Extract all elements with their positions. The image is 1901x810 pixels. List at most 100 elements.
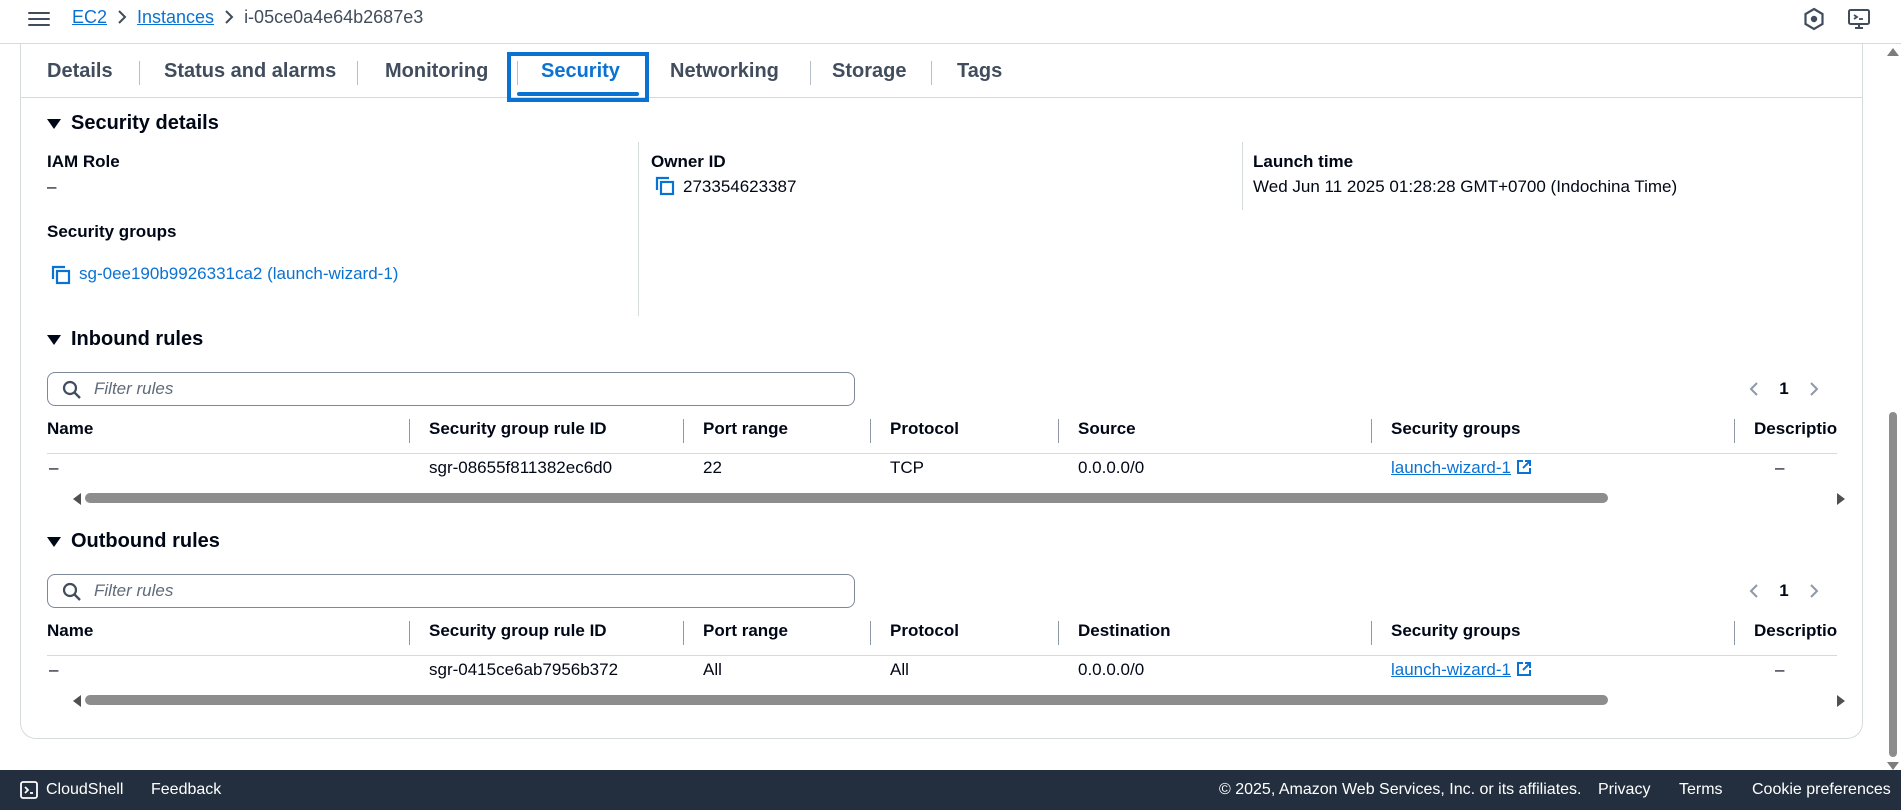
privacy-link[interactable]: Privacy xyxy=(1598,781,1650,799)
external-link-icon xyxy=(1517,460,1531,474)
owner-id-value: 273354623387 xyxy=(683,177,797,196)
column-resizer[interactable] xyxy=(1058,621,1059,645)
feedback-link[interactable]: Feedback xyxy=(151,781,221,799)
column-resizer[interactable] xyxy=(683,419,684,443)
page-vertical-scrollbar[interactable] xyxy=(1883,44,1901,770)
tab-status-and-alarms[interactable]: Status and alarms xyxy=(164,44,336,98)
column-resizer[interactable] xyxy=(409,419,410,443)
chevron-right-icon[interactable] xyxy=(1801,578,1827,604)
scroll-thumb[interactable] xyxy=(85,493,1608,503)
column-header-security-groups[interactable]: Security groups xyxy=(1391,419,1520,439)
column-resizer[interactable] xyxy=(683,621,684,645)
copyright-text: © 2025, Amazon Web Services, Inc. or its… xyxy=(1219,781,1582,798)
tab-security[interactable]: Security xyxy=(541,44,620,98)
security-groups-label: Security groups xyxy=(47,222,177,241)
column-header-name[interactable]: Name xyxy=(47,621,93,641)
tab-divider xyxy=(810,61,811,85)
column-header-security-groups[interactable]: Security groups xyxy=(1391,621,1520,641)
tab-tags[interactable]: Tags xyxy=(957,44,1002,98)
outbound-page-number[interactable]: 1 xyxy=(1767,581,1801,601)
external-link-icon xyxy=(1517,662,1531,676)
scroll-right-arrow[interactable] xyxy=(1837,493,1845,505)
inbound-security-group-link[interactable]: launch-wizard-1 xyxy=(1391,458,1511,477)
tab-storage[interactable]: Storage xyxy=(832,44,906,98)
column-resizer[interactable] xyxy=(1371,419,1372,443)
terms-link[interactable]: Terms xyxy=(1679,781,1723,799)
column-header-description[interactable]: Descriptio xyxy=(1754,621,1837,641)
column-divider xyxy=(1242,142,1243,210)
security-group-link[interactable]: sg-0ee190b9926331ca2 (launch-wizard-1) xyxy=(79,264,398,284)
security-details-header[interactable]: Security details xyxy=(47,112,219,135)
column-header-rule-id[interactable]: Security group rule ID xyxy=(429,419,607,439)
tab-divider xyxy=(139,61,140,85)
outbound-filter-field[interactable] xyxy=(47,574,855,608)
scroll-up-arrow[interactable] xyxy=(1887,48,1899,56)
column-resizer[interactable] xyxy=(1734,621,1735,645)
column-header-protocol[interactable]: Protocol xyxy=(890,621,959,641)
scroll-thumb[interactable] xyxy=(1889,412,1897,757)
active-tab-indicator xyxy=(517,92,639,96)
inbound-page-number[interactable]: 1 xyxy=(1767,379,1801,399)
column-resizer[interactable] xyxy=(870,621,871,645)
column-resizer[interactable] xyxy=(870,419,871,443)
outbound-filter-input[interactable] xyxy=(94,578,834,604)
hexagon-icon[interactable] xyxy=(1801,6,1827,32)
inbound-rules-table: Name Security group rule ID Port range P… xyxy=(47,414,1837,494)
column-header-protocol[interactable]: Protocol xyxy=(890,419,959,439)
column-header-description[interactable]: Descriptio xyxy=(1754,419,1837,439)
column-resizer[interactable] xyxy=(1058,419,1059,443)
outbound-horizontal-scrollbar[interactable] xyxy=(47,693,1847,707)
outbound-rules-table: Name Security group rule ID Port range P… xyxy=(47,616,1837,696)
iam-role-value: – xyxy=(47,177,57,196)
tab-monitoring[interactable]: Monitoring xyxy=(385,44,488,98)
inbound-cell-rule-id: sgr-08655f811382ec6d0 xyxy=(429,458,613,477)
tab-details[interactable]: Details xyxy=(47,44,113,98)
column-resizer[interactable] xyxy=(1371,621,1372,645)
breadcrumb-ec2[interactable]: EC2 xyxy=(72,7,107,28)
hamburger-icon[interactable] xyxy=(28,8,50,28)
outbound-cell-protocol: All xyxy=(890,660,909,679)
scroll-left-arrow[interactable] xyxy=(73,493,81,505)
tab-divider xyxy=(357,61,358,85)
breadcrumb-current-instance: i-05ce0a4e64b2687e3 xyxy=(244,6,424,27)
column-header-name[interactable]: Name xyxy=(47,419,93,439)
chevron-left-icon[interactable] xyxy=(1741,376,1767,402)
outbound-rules-header[interactable]: Outbound rules xyxy=(47,530,220,553)
outbound-cell-security-group: launch-wizard-1 xyxy=(1391,660,1533,680)
outbound-pagination: 1 xyxy=(1741,578,1827,604)
caret-down-icon xyxy=(47,334,61,345)
inbound-filter-input[interactable] xyxy=(94,376,834,402)
cloudshell-link[interactable]: CloudShell xyxy=(46,781,123,799)
scroll-down-arrow[interactable] xyxy=(1887,762,1899,770)
column-header-port-range[interactable]: Port range xyxy=(703,419,788,439)
outbound-security-group-link[interactable]: launch-wizard-1 xyxy=(1391,660,1511,679)
inbound-horizontal-scrollbar[interactable] xyxy=(47,491,1847,505)
column-resizer[interactable] xyxy=(1734,419,1735,443)
copy-icon[interactable] xyxy=(654,175,676,197)
scroll-right-arrow[interactable] xyxy=(1837,695,1845,707)
column-resizer[interactable] xyxy=(409,621,410,645)
outbound-cell-port-range: All xyxy=(703,660,722,679)
column-header-port-range[interactable]: Port range xyxy=(703,621,788,641)
breadcrumb-instances[interactable]: Instances xyxy=(137,7,214,28)
column-header-rule-id[interactable]: Security group rule ID xyxy=(429,621,607,641)
column-header-source[interactable]: Source xyxy=(1078,419,1136,439)
scroll-thumb[interactable] xyxy=(85,695,1608,705)
tab-networking[interactable]: Networking xyxy=(670,44,779,98)
inbound-filter-field[interactable] xyxy=(47,372,855,406)
terminal-icon[interactable] xyxy=(20,781,38,799)
owner-id-label: Owner ID xyxy=(651,152,726,171)
column-header-destination[interactable]: Destination xyxy=(1078,621,1171,641)
tab-bar: Details Status and alarms Monitoring Sec… xyxy=(21,44,1862,102)
inbound-cell-source: 0.0.0.0/0 xyxy=(1078,458,1145,477)
chevron-left-icon[interactable] xyxy=(1741,578,1767,604)
inbound-rules-header[interactable]: Inbound rules xyxy=(47,328,203,351)
launch-time-value: Wed Jun 11 2025 01:28:28 GMT+0700 (Indoc… xyxy=(1253,177,1678,196)
scroll-left-arrow[interactable] xyxy=(73,695,81,707)
cookie-preferences-link[interactable]: Cookie preferences xyxy=(1752,781,1891,799)
chevron-right-icon[interactable] xyxy=(1801,376,1827,402)
copy-icon[interactable] xyxy=(50,264,72,286)
column-divider xyxy=(638,142,639,316)
caret-down-icon xyxy=(47,536,61,547)
display-settings-icon[interactable] xyxy=(1846,6,1872,32)
